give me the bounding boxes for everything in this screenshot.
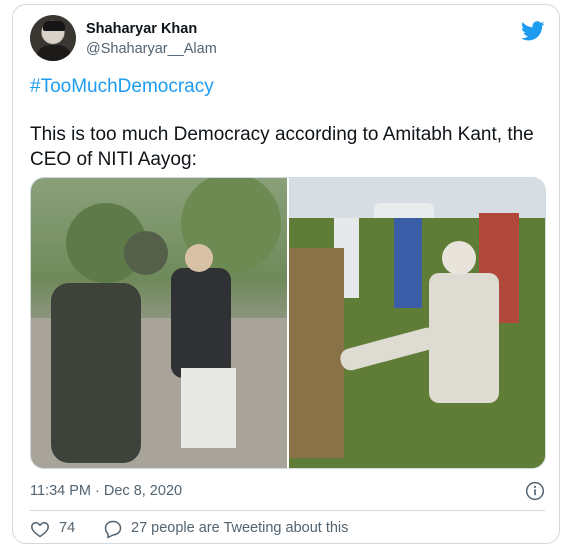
tweet-text: This is too much Democracy according to …: [30, 124, 534, 170]
divider: [30, 510, 545, 511]
discussion-link[interactable]: 27 people are Tweeting about this: [131, 520, 348, 536]
info-icon[interactable]: [525, 481, 545, 501]
heart-icon[interactable]: [30, 519, 50, 539]
tweet-card[interactable]: Shaharyar Khan @Shaharyar__Alam #TooMuch…: [12, 4, 560, 544]
tweet-timestamp[interactable]: 11:34 PM · Dec 8, 2020: [30, 483, 182, 499]
photo-left[interactable]: [31, 178, 287, 468]
author-handle[interactable]: @Shaharyar__Alam: [86, 41, 217, 57]
tweet-media[interactable]: [30, 177, 546, 469]
like-count[interactable]: 74: [59, 520, 75, 536]
twitter-bird-icon[interactable]: [521, 19, 545, 43]
author-name[interactable]: Shaharyar Khan: [86, 21, 197, 37]
photo-right[interactable]: [289, 178, 545, 468]
hashtag-link[interactable]: #TooMuchDemocracy: [30, 76, 214, 98]
reply-bubble-icon[interactable]: [103, 519, 123, 539]
avatar[interactable]: [30, 15, 76, 61]
